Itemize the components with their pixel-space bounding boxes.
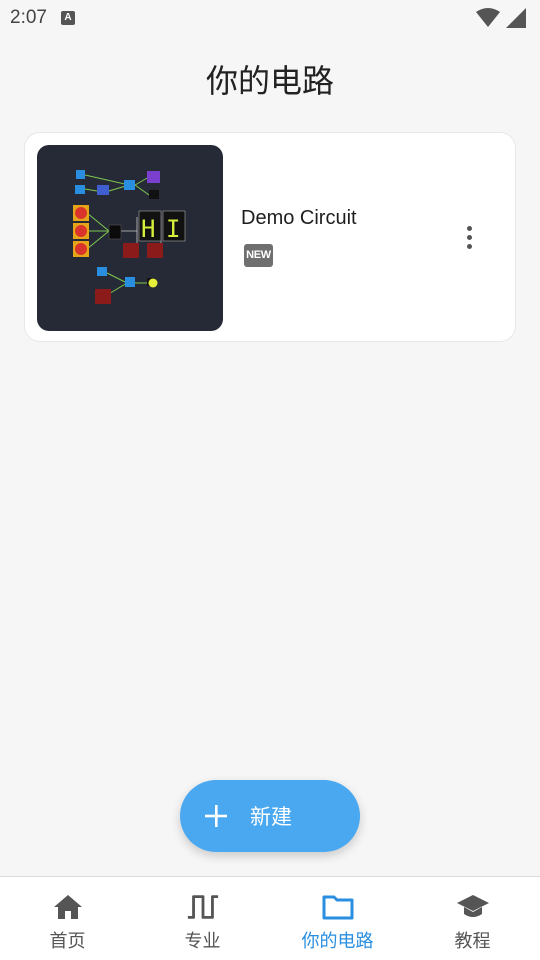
more-options-button[interactable] [449, 217, 489, 257]
plus-icon [205, 805, 227, 827]
page-title: 你的电路 [205, 62, 334, 100]
svg-text:I: I [166, 215, 180, 243]
circuit-card[interactable]: H I Demo Circuit NEW [24, 132, 516, 342]
svg-text:H: H [141, 215, 155, 243]
nav-label-tutorials: 教程 [454, 931, 491, 952]
waveform-icon [186, 891, 220, 923]
more-dot-icon [466, 243, 472, 249]
nav-label-your-circuits: 你的电路 [301, 931, 374, 952]
more-dot-icon [466, 234, 472, 240]
circuit-thumbnail-drawing: H I [73, 170, 186, 304]
nav-label-professional: 专业 [184, 931, 221, 952]
nav-item-professional[interactable]: 专业 [135, 877, 270, 960]
notification-icon: A [60, 11, 75, 25]
folder-icon [321, 891, 355, 923]
nav-item-your-circuits[interactable]: 你的电路 [270, 877, 405, 960]
nav-label-home: 首页 [49, 931, 86, 952]
more-dot-icon [466, 225, 472, 231]
status-time: 2:07 [10, 7, 47, 28]
graduation-cap-icon [456, 891, 490, 923]
nav-item-home[interactable]: 首页 [0, 877, 135, 960]
circuit-name: Demo Circuit [241, 207, 357, 229]
bottom-navigation: 首页 专业 你的电路 教程 [0, 876, 540, 960]
signal-icon [506, 8, 526, 28]
status-bar: 2:07 A [0, 0, 540, 36]
wifi-icon [476, 8, 500, 27]
new-circuit-label: 新建 [250, 805, 292, 829]
home-icon [51, 891, 85, 923]
circuit-thumbnail: H I [37, 145, 223, 331]
nav-item-tutorials[interactable]: 教程 [405, 877, 540, 960]
new-badge: NEW [244, 244, 273, 267]
new-circuit-button[interactable]: 新建 [180, 780, 360, 852]
